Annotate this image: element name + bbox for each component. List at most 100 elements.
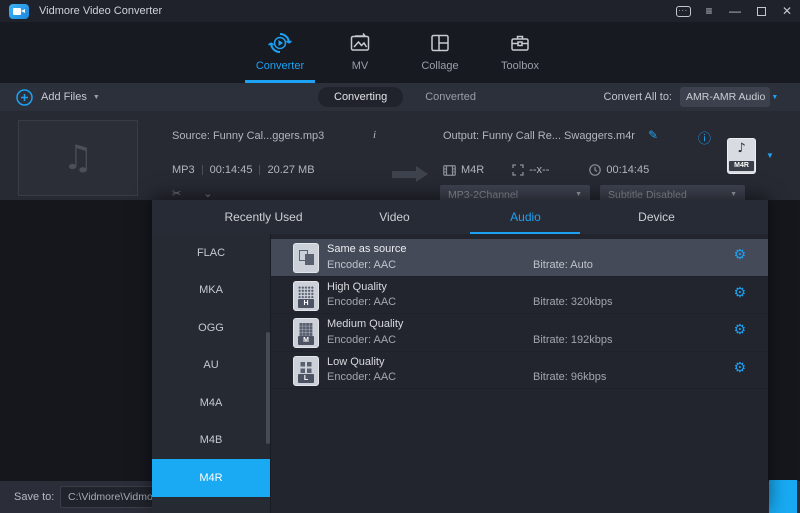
profile-bitrate: Bitrate: 320kbps xyxy=(533,296,613,308)
profile-name: Low Quality xyxy=(327,356,384,368)
app-title: Vidmore Video Converter xyxy=(39,5,162,17)
convert-all-button[interactable] xyxy=(769,480,797,513)
format-item-m4a[interactable]: M4A xyxy=(152,384,270,422)
film-icon xyxy=(443,165,456,176)
tab-converting[interactable]: Converting xyxy=(318,87,403,107)
format-item-m4r[interactable]: M4R xyxy=(152,459,270,497)
tab-device[interactable]: Device xyxy=(591,200,722,234)
minimize-button[interactable]: — xyxy=(722,0,748,22)
list-tabs: Converting Converted xyxy=(318,87,476,107)
output-info-icon[interactable]: ⓘ xyxy=(698,128,711,147)
menu-button[interactable]: ≡ xyxy=(696,0,722,22)
audio-track-caret-icon: ▼ xyxy=(575,191,582,198)
tab-audio[interactable]: Audio xyxy=(460,200,591,234)
save-to-label: Save to: xyxy=(14,491,54,503)
file-thumbnail: ♫ xyxy=(18,120,138,196)
close-icon: ✕ xyxy=(782,4,792,18)
output-format: M4R xyxy=(461,164,484,176)
sidebar-scrollbar[interactable] xyxy=(266,332,270,444)
output-format-badge[interactable]: ♪ M4R xyxy=(727,138,756,174)
tab-toolbox-label: Toolbox xyxy=(501,60,539,72)
format-sidebar: FLAC MKA OGG AU M4A M4B M4R xyxy=(152,234,270,513)
profile-medium-quality[interactable]: M Medium Quality Encoder: AAC Bitrate: 1… xyxy=(271,314,768,352)
profile-encoder: Encoder: AAC xyxy=(327,371,396,383)
toolbox-icon xyxy=(508,30,532,56)
profile-low-quality[interactable]: L Low Quality Encoder: AAC Bitrate: 96kb… xyxy=(271,352,768,390)
profile-high-quality[interactable]: H High Quality Encoder: AAC Bitrate: 320… xyxy=(271,277,768,315)
format-item-ogg[interactable]: OGG xyxy=(152,309,270,347)
profile-bitrate: Bitrate: Auto xyxy=(533,259,593,271)
profile-encoder: Encoder: AAC xyxy=(327,296,396,308)
tab-converter[interactable]: Converter xyxy=(240,22,320,83)
source-format: MP3 xyxy=(172,164,195,176)
titlebar: Vidmore Video Converter ··· ≡ — ✕ xyxy=(0,0,800,22)
output-resolution: --x-- xyxy=(529,164,549,176)
file-tools: ✂ ⌄ xyxy=(172,187,212,200)
format-item-mka[interactable]: MKA xyxy=(152,272,270,310)
app-logo-icon xyxy=(9,4,29,19)
add-files-button[interactable]: Add Files ▼ xyxy=(16,89,100,106)
profile-name: Medium Quality xyxy=(327,318,403,330)
settings-gear-icon[interactable]: ⚙ xyxy=(733,248,746,262)
convert-all-label: Convert All to: xyxy=(604,91,672,103)
edit-output-icon[interactable]: ✎ xyxy=(648,128,658,142)
hamburger-icon: ≡ xyxy=(705,4,712,18)
mv-icon xyxy=(348,30,372,56)
profile-same-as-source[interactable]: Same as source Encoder: AAC Bitrate: Aut… xyxy=(271,239,768,277)
output-duration: 00:14:45 xyxy=(606,164,649,176)
audio-track-value: MP3-2Channel xyxy=(448,189,569,201)
tab-mv[interactable]: MV xyxy=(320,22,400,83)
clock-icon xyxy=(589,164,601,176)
profile-bitrate: Bitrate: 96kbps xyxy=(533,371,606,383)
tab-collage[interactable]: Collage xyxy=(400,22,480,83)
format-panel-body: FLAC MKA OGG AU M4A M4B M4R Same as sour… xyxy=(152,234,768,513)
format-picker-panel: Recently Used Video Audio Device FLAC MK… xyxy=(152,200,768,513)
source-meta: MP3 00:14:45 20.27 MB xyxy=(172,164,315,176)
settings-gear-icon[interactable]: ⚙ xyxy=(733,286,746,300)
format-picker-caret-icon[interactable]: ▼ xyxy=(766,151,774,160)
format-category-tabs: Recently Used Video Audio Device xyxy=(152,200,768,234)
source-duration: 00:14:45 xyxy=(210,164,253,176)
convert-all-value: AMR-AMR Audio xyxy=(686,91,765,103)
tab-mv-label: MV xyxy=(352,60,369,72)
profile-name: Same as source xyxy=(327,243,406,255)
format-item-au[interactable]: AU xyxy=(152,347,270,385)
subtitle-caret-icon: ▼ xyxy=(730,191,737,198)
cut-icon[interactable]: ✂ xyxy=(172,187,181,200)
tab-video[interactable]: Video xyxy=(329,200,460,234)
tab-recently-used[interactable]: Recently Used xyxy=(198,200,329,234)
close-button[interactable]: ✕ xyxy=(774,0,800,22)
convert-arrow-icon xyxy=(392,171,416,178)
format-item-m4b[interactable]: M4B xyxy=(152,422,270,460)
high-quality-icon: H xyxy=(293,281,319,311)
chevron-down-icon[interactable]: ⌄ xyxy=(203,187,212,200)
output-filename: Output: Funny Call Re... Swaggers.m4r xyxy=(443,130,635,142)
output-meta: M4R --x-- 00:14:45 xyxy=(443,164,649,176)
resolution-icon xyxy=(512,164,524,176)
feedback-icon: ··· xyxy=(676,6,691,17)
profile-bitrate: Bitrate: 192kbps xyxy=(533,334,613,346)
tab-converter-label: Converter xyxy=(256,60,304,72)
maximize-icon xyxy=(757,7,766,16)
medium-quality-icon: M xyxy=(293,318,319,348)
source-size: 20.27 MB xyxy=(267,164,314,176)
music-note-icon: ♫ xyxy=(63,138,93,178)
tab-converted[interactable]: Converted xyxy=(425,91,476,103)
tab-collage-label: Collage xyxy=(421,60,458,72)
low-quality-icon: L xyxy=(293,356,319,386)
settings-gear-icon[interactable]: ⚙ xyxy=(733,361,746,375)
maximize-button[interactable] xyxy=(748,0,774,22)
source-info-icon[interactable]: i xyxy=(373,129,376,141)
window-controls: ··· ≡ — ✕ xyxy=(670,0,800,22)
format-item-flac[interactable]: FLAC xyxy=(152,234,270,272)
subtitle-value: Subtitle Disabled xyxy=(608,189,724,201)
audio-tab-underline xyxy=(470,232,580,234)
convert-all-select[interactable]: AMR-AMR Audio ▼ xyxy=(680,87,770,107)
tab-toolbox[interactable]: Toolbox xyxy=(480,22,560,83)
tab-audio-label: Audio xyxy=(510,210,541,224)
feedback-button[interactable]: ··· xyxy=(670,0,696,22)
copy-icon xyxy=(293,243,319,273)
profile-list: Same as source Encoder: AAC Bitrate: Aut… xyxy=(270,234,768,513)
badge-note-icon: ♪ xyxy=(737,141,745,156)
settings-gear-icon[interactable]: ⚙ xyxy=(733,323,746,337)
